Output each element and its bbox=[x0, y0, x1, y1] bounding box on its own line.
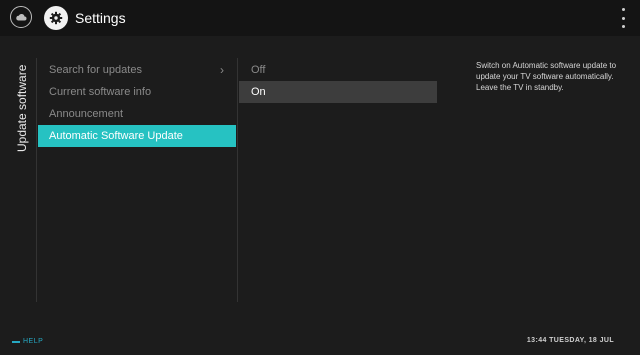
home-button[interactable] bbox=[10, 6, 32, 28]
menu-item-label: Search for updates bbox=[49, 64, 142, 76]
option-description: Switch on Automatic software update to u… bbox=[476, 61, 617, 92]
settings-screen: Settings Update software Search for upda… bbox=[0, 0, 640, 355]
option-on[interactable]: On bbox=[239, 81, 437, 103]
menu-item-current-software-info[interactable]: Current software info bbox=[38, 81, 236, 103]
gear-icon bbox=[49, 11, 63, 25]
menu-item-automatic-software-update[interactable]: Automatic Software Update bbox=[38, 125, 236, 147]
option-off[interactable]: Off bbox=[239, 59, 437, 81]
top-bar: Settings bbox=[0, 0, 640, 36]
chevron-right-icon: › bbox=[220, 63, 224, 77]
section-label-text: Update software bbox=[15, 64, 29, 152]
settings-menu-list: Search for updates › Current software in… bbox=[38, 59, 236, 147]
divider-middle bbox=[237, 58, 238, 302]
help-label: HELP bbox=[23, 338, 44, 345]
page-title: Settings bbox=[75, 10, 126, 26]
menu-item-label: Current software info bbox=[49, 86, 152, 98]
help-key-icon bbox=[12, 340, 20, 343]
menu-item-label: Announcement bbox=[49, 108, 123, 120]
option-list: Off On bbox=[239, 59, 437, 103]
settings-button[interactable] bbox=[44, 6, 68, 30]
menu-item-search-for-updates[interactable]: Search for updates › bbox=[38, 59, 236, 81]
cloud-icon bbox=[16, 14, 27, 21]
menu-item-announcement[interactable]: Announcement bbox=[38, 103, 236, 125]
help-button[interactable]: HELP bbox=[12, 338, 43, 345]
divider-left bbox=[36, 58, 37, 302]
more-options-button[interactable] bbox=[620, 8, 626, 28]
vertical-dots-icon bbox=[621, 8, 625, 11]
section-label: Update software bbox=[12, 56, 32, 156]
clock: 13:44 TUESDAY, 18 JUL bbox=[526, 337, 614, 344]
menu-item-label: Automatic Software Update bbox=[49, 130, 183, 142]
